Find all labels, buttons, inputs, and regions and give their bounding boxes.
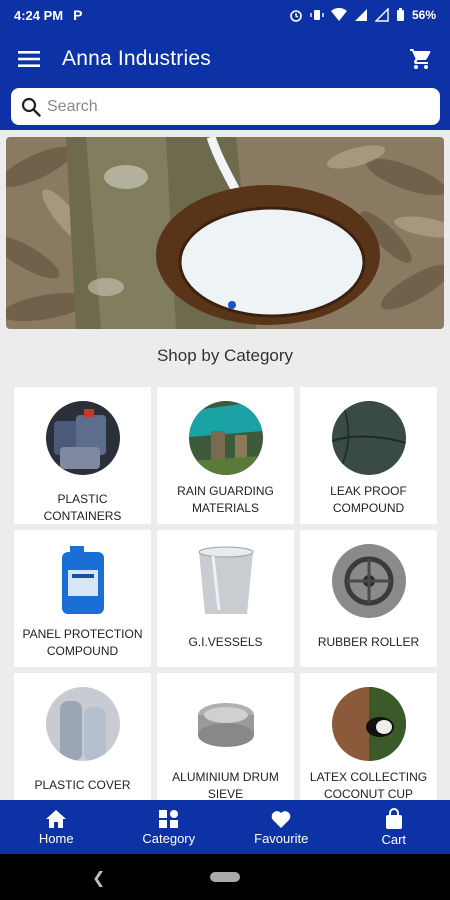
category-card[interactable]: G.I.VESSELS	[157, 530, 294, 667]
category-image	[331, 687, 406, 761]
nav-favourite[interactable]: Favourite	[225, 800, 338, 854]
bag-icon	[385, 807, 402, 829]
nav-cart-label: Cart	[381, 831, 407, 847]
nav-favourite-label: Favourite	[254, 830, 309, 846]
category-image	[188, 544, 263, 618]
category-card[interactable]: LATEX COLLECTING COCONUT CUP	[300, 673, 437, 810]
home-icon	[46, 809, 67, 828]
category-label: LEAK PROOF COMPOUND	[330, 484, 407, 515]
banner-image[interactable]	[6, 137, 444, 329]
category-label: LATEX COLLECTING COCONUT CUP	[309, 770, 428, 801]
category-image	[188, 401, 263, 475]
category-label: ALUMINIUM DRUM SIEVE	[172, 770, 279, 801]
search-area	[0, 88, 450, 130]
status-bar: 4:24 PM P 56%	[0, 0, 450, 30]
cart-icon[interactable]	[408, 46, 434, 72]
category-card[interactable]: LEAK PROOF COMPOUND	[300, 387, 437, 524]
category-image	[188, 687, 263, 761]
nav-category[interactable]: Category	[113, 800, 226, 854]
category-image	[45, 544, 120, 618]
search-input[interactable]	[47, 97, 407, 116]
nav-home[interactable]: Home	[0, 800, 113, 854]
nav-category-label: Category	[142, 830, 196, 846]
category-label: PLASTIC CONTAINERS	[43, 492, 122, 523]
category-card[interactable]: RAIN GUARDING MATERIALS	[157, 387, 294, 524]
category-label: PLASTIC COVER	[34, 778, 131, 792]
alarm-icon	[290, 10, 302, 22]
status-icons: 56%	[289, 8, 436, 22]
category-card[interactable]: PLASTIC CONTAINERS	[14, 387, 151, 524]
search-icon	[21, 97, 41, 117]
category-image	[331, 401, 406, 475]
category-card[interactable]: RUBBER ROLLER	[300, 530, 437, 667]
heart-icon	[271, 810, 291, 828]
bottom-nav: Home Category Favourite Cart	[0, 800, 450, 854]
app-bar: Anna Industries	[0, 30, 450, 88]
category-grid: PLASTIC CONTAINERS RAIN GUARDING MATERIA…	[14, 387, 437, 810]
battery-percent: 56%	[411, 8, 436, 22]
nav-cart[interactable]: Cart	[338, 800, 450, 854]
category-label: RUBBER ROLLER	[317, 635, 420, 649]
signal-4g-icon	[354, 9, 367, 21]
vibrate-icon	[310, 10, 324, 20]
wifi-icon	[330, 8, 347, 21]
search-box[interactable]	[11, 88, 440, 125]
battery-icon	[396, 8, 404, 21]
hamburger-icon[interactable]	[16, 46, 42, 72]
signal-icon	[374, 8, 389, 22]
app-title: Anna Industries	[62, 47, 211, 70]
category-label: RAIN GUARDING MATERIALS	[177, 484, 274, 515]
category-card[interactable]: PLASTIC COVER	[14, 673, 151, 810]
category-image	[45, 401, 120, 475]
category-icon	[158, 809, 178, 828]
category-label: PANEL PROTECTION COMPOUND	[22, 627, 143, 658]
system-nav-bar: ❮	[0, 854, 450, 900]
category-card[interactable]: ALUMINIUM DRUM SIEVE	[157, 673, 294, 810]
category-image	[45, 687, 120, 761]
nav-home-label: Home	[38, 830, 74, 846]
back-icon[interactable]: ❮	[92, 868, 105, 888]
status-time: 4:24 PM	[14, 7, 64, 23]
category-card[interactable]: PANEL PROTECTION COMPOUND	[14, 530, 151, 667]
category-image	[331, 544, 406, 618]
home-pill-icon[interactable]	[210, 872, 240, 882]
category-label: G.I.VESSELS	[188, 635, 263, 649]
parking-app-icon: P	[73, 7, 83, 23]
section-title: Shop by Category	[156, 346, 294, 365]
